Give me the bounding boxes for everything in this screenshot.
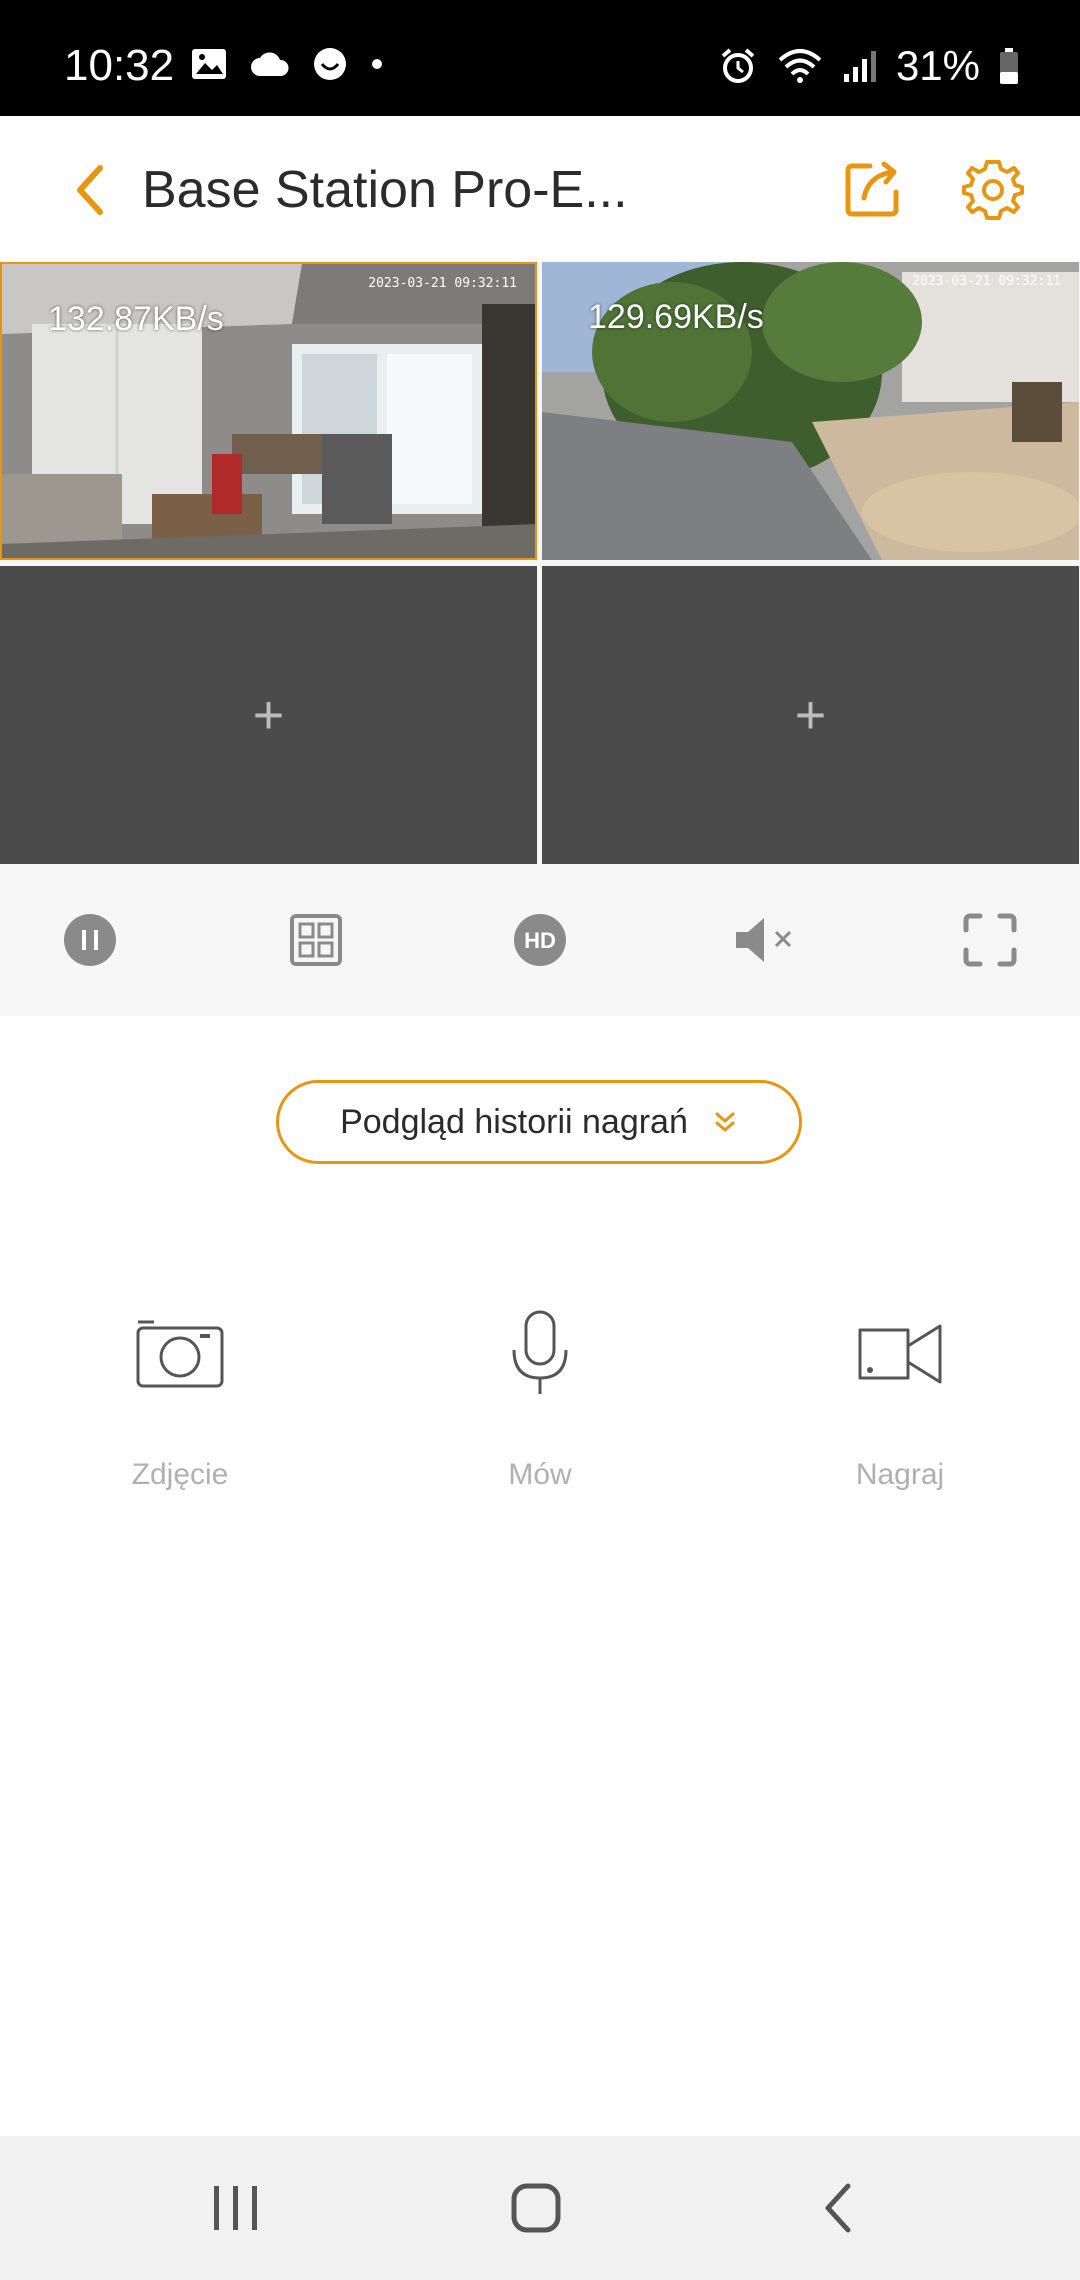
recent-apps-button[interactable]	[206, 2178, 266, 2238]
recent-apps-icon	[214, 2186, 257, 2230]
mute-icon	[736, 918, 792, 962]
battery-icon	[1000, 48, 1018, 84]
status-left-icons	[190, 46, 384, 82]
history-button-label: Podgląd historii nagrań	[340, 1102, 688, 1141]
alarm-icon	[721, 48, 755, 83]
hd-label: HD	[524, 928, 556, 953]
status-right-icons: 31%	[718, 42, 1020, 90]
app-bar: Base Station Pro-E...	[0, 116, 1080, 262]
layout-button[interactable]	[288, 912, 344, 968]
camera-view-1[interactable]: 132.87KB/s 2023-03-21 09:32:11	[0, 262, 537, 560]
camera-timestamp: 2023-03-21 09:32:11	[368, 276, 517, 291]
home-icon	[511, 2183, 561, 2233]
image-icon	[192, 49, 226, 79]
camera-icon	[130, 1300, 230, 1400]
pause-icon	[64, 914, 116, 966]
microphone-icon	[490, 1300, 590, 1400]
settings-button[interactable]	[960, 156, 1026, 222]
record-action[interactable]: Nagraj	[800, 1300, 1000, 1492]
back-button[interactable]	[64, 160, 124, 220]
status-bar: 10:32 31%	[0, 0, 1080, 116]
mute-button[interactable]	[732, 912, 802, 968]
video-record-icon	[850, 1300, 950, 1400]
face-icon	[314, 48, 346, 80]
cloud-icon	[251, 52, 289, 76]
fullscreen-icon	[963, 913, 1017, 967]
share-icon	[845, 161, 899, 217]
snapshot-action[interactable]: Zdjęcie	[80, 1300, 280, 1492]
status-time: 10:32	[64, 41, 175, 90]
battery-percent: 31%	[895, 42, 980, 89]
record-label: Nagraj	[855, 1458, 945, 1491]
home-button[interactable]	[506, 2178, 566, 2238]
talk-label: Mów	[508, 1458, 572, 1491]
add-icon: +	[252, 685, 285, 745]
share-button[interactable]	[840, 156, 906, 222]
system-nav-bar	[0, 2136, 1080, 2280]
fullscreen-button[interactable]	[962, 912, 1018, 968]
snapshot-label: Zdjęcie	[131, 1458, 229, 1491]
camera-grid: 132.87KB/s 2023-03-21 09:32:11 129.69KB/…	[0, 262, 1080, 866]
bitrate-label: 129.69KB/s	[588, 298, 764, 336]
camera-timestamp: 2023-03-21 09:32:11	[912, 274, 1061, 289]
action-panel: Podgląd historii nagrań Zdjęcie Mów Nagr…	[0, 1016, 1080, 2136]
pause-button[interactable]	[62, 912, 118, 968]
double-chevron-down-icon	[715, 1112, 735, 1132]
grid-layout-icon	[290, 914, 342, 966]
add-camera-slot-3[interactable]: +	[0, 566, 537, 864]
hd-icon: HD	[514, 914, 566, 966]
system-back-button[interactable]	[810, 2178, 870, 2238]
talk-action[interactable]: Mów	[440, 1300, 640, 1492]
signal-icon	[843, 51, 876, 82]
add-camera-slot-4[interactable]: +	[542, 566, 1079, 864]
chevron-left-icon	[77, 165, 103, 215]
playback-controls: HD	[0, 866, 1080, 1016]
camera-view-2[interactable]: 129.69KB/s 2023-03-21 09:32:11	[542, 262, 1079, 560]
wifi-icon	[778, 49, 822, 83]
page-title: Base Station Pro-E...	[142, 161, 628, 219]
recording-history-button[interactable]: Podgląd historii nagrań	[276, 1080, 802, 1164]
back-icon	[825, 2183, 851, 2233]
gear-icon	[962, 160, 1024, 220]
bitrate-label: 132.87KB/s	[48, 300, 224, 338]
add-icon: +	[794, 685, 827, 745]
dot-icon	[372, 59, 382, 69]
hd-button[interactable]: HD	[512, 912, 568, 968]
